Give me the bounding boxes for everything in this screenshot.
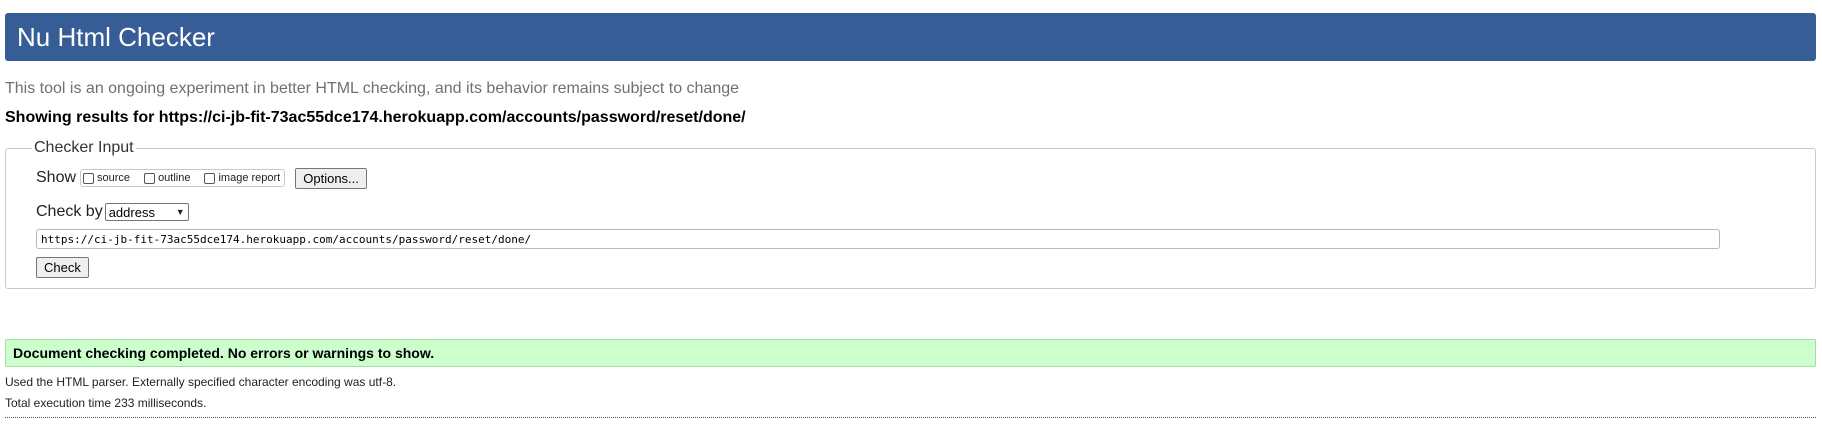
show-row: Show source outline image report Options… xyxy=(36,165,1785,191)
show-source-option[interactable]: source xyxy=(83,172,130,184)
check-row: Check xyxy=(36,257,1785,278)
source-checkbox[interactable] xyxy=(83,172,95,184)
check-by-select[interactable]: address ▼ xyxy=(104,203,189,221)
chevron-down-icon: ▼ xyxy=(175,207,185,217)
header-bar: Nu Html Checker xyxy=(5,13,1816,61)
image-report-checkbox[interactable] xyxy=(204,172,216,184)
checker-input-legend: Checker Input xyxy=(34,139,134,156)
show-label: Show xyxy=(36,169,77,186)
image-report-checkbox-label: image report xyxy=(218,172,281,184)
show-image-report-option[interactable]: image report xyxy=(204,172,280,184)
check-by-row: Check by address ▼ xyxy=(36,201,1785,223)
url-input[interactable]: https://ci-jb-fit-73ac55dce174.herokuapp… xyxy=(36,229,1720,249)
checker-input-fieldset: Checker Input Show source outline image … xyxy=(5,139,1816,289)
execution-time-text: Total execution time 233 milliseconds. xyxy=(5,396,207,410)
options-button[interactable]: Options... xyxy=(295,167,367,189)
dotted-divider xyxy=(5,417,1816,418)
source-checkbox-label: source xyxy=(97,172,131,184)
success-message: Document checking completed. No errors o… xyxy=(5,339,1816,367)
showing-results-text: Showing results for https://ci-jb-fit-73… xyxy=(5,109,746,126)
result-details: Used the HTML parser. Externally specifi… xyxy=(5,372,1816,414)
intro-text: This tool is an ongoing experiment in be… xyxy=(5,80,740,97)
check-by-label: Check by xyxy=(36,203,103,220)
check-by-selected-value: address xyxy=(108,204,155,220)
show-outline-option[interactable]: outline xyxy=(144,172,190,184)
show-options-group: source outline image report xyxy=(80,169,286,187)
page-title: Nu Html Checker xyxy=(17,21,215,52)
page: Nu Html Checker This tool is an ongoing … xyxy=(0,0,1822,443)
outline-checkbox[interactable] xyxy=(144,172,156,184)
check-button[interactable]: Check xyxy=(36,257,89,278)
parser-info-text: Used the HTML parser. Externally specifi… xyxy=(5,375,397,389)
outline-checkbox-label: outline xyxy=(158,172,191,184)
